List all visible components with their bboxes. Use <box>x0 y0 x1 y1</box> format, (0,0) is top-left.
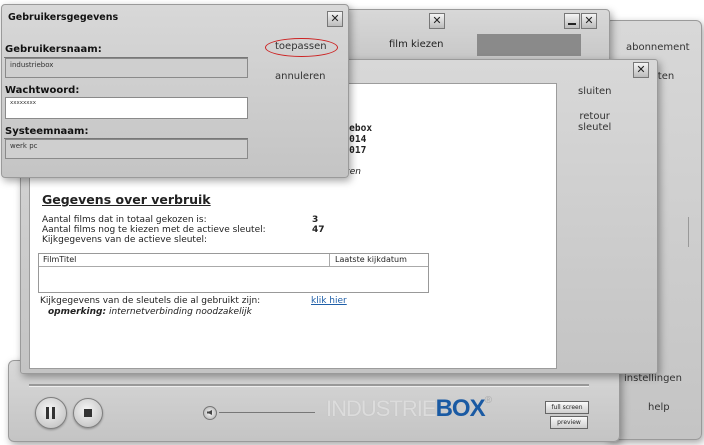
volume-icon[interactable] <box>203 406 217 420</box>
stat-label-remaining: Aantal films nog te kiezen met de actiev… <box>42 225 266 235</box>
password-field[interactable]: xxxxxxxx <box>5 97 248 119</box>
volume-slider[interactable] <box>219 412 315 413</box>
film-close-button[interactable]: ✕ <box>429 13 445 29</box>
viewing-table: FilmTitel Laatste kijkdatum <box>38 253 429 293</box>
tab-film-kiezen[interactable]: film kiezen <box>389 39 443 50</box>
cancel-button[interactable]: annuleren <box>275 71 325 82</box>
menu-instellingen[interactable]: instellingen <box>624 373 682 384</box>
brand-logo: INDUSTRIEBOX® <box>326 395 492 422</box>
section-title: Gegevens over verbruik <box>42 192 211 207</box>
pause-button[interactable] <box>35 397 67 429</box>
main-close-button[interactable]: ✕ <box>581 13 597 29</box>
minimize-button[interactable] <box>564 13 580 29</box>
dialog-close-button[interactable]: ✕ <box>327 11 343 27</box>
sluiten-button[interactable]: sluiten <box>578 86 612 97</box>
password-label: Wachtwoord: <box>5 85 80 96</box>
menu-help[interactable]: help <box>648 402 670 413</box>
stat-value-total: 3 <box>312 215 319 225</box>
stop-icon <box>84 409 92 417</box>
inner-close-button[interactable]: ✕ <box>633 62 649 78</box>
stat-value-remaining: 47 <box>312 225 325 235</box>
stat-label-total: Aantal films dat in totaal gekozen is: <box>42 215 207 225</box>
username-label: Gebruikersnaam: <box>5 44 102 55</box>
dialog-title: Gebruikersgegevens <box>8 12 119 23</box>
remark: opmerking: internetverbinding noodzakeli… <box>48 307 252 317</box>
system-field[interactable]: werk pc <box>5 139 248 159</box>
preview-button[interactable]: preview <box>550 416 588 429</box>
film-dark-area <box>477 34 581 56</box>
pause-icon <box>46 407 49 419</box>
user-dialog: Gebruikersgegevens ✕ Gebruikersnaam: ind… <box>1 4 349 178</box>
col-filmtitel[interactable]: FilmTitel <box>43 255 76 264</box>
remark-text: internetverbinding noodzakelijk <box>108 307 252 317</box>
brand-main: INDUSTRIE <box>326 396 437 421</box>
apply-button[interactable]: toepassen <box>275 41 327 52</box>
stop-button[interactable] <box>73 398 103 428</box>
brand-bold: BOX <box>435 395 486 422</box>
username-field[interactable]: industriebox <box>5 58 248 78</box>
kijkgegevens-label: Kijkgegevens van de actieve sleutel: <box>42 235 208 245</box>
retour-sleutel-button[interactable]: retour sleutel <box>578 111 611 133</box>
col-laatste-kijkdatum[interactable]: Laatste kijkdatum <box>335 255 407 264</box>
scroll-handle[interactable] <box>688 217 693 247</box>
system-label: Systeemnaam: <box>5 126 89 137</box>
used-keys-label: Kijkgegevens van de sleutels die al gebr… <box>40 296 261 306</box>
menu-abonnement[interactable]: abonnement <box>626 42 690 53</box>
progress-track[interactable] <box>29 384 589 387</box>
used-keys-link[interactable]: klik hier <box>311 296 347 306</box>
fullscreen-button[interactable]: full screen <box>545 401 589 414</box>
table-header-row: FilmTitel Laatste kijkdatum <box>39 254 428 267</box>
remark-label: opmerking: <box>48 307 107 317</box>
